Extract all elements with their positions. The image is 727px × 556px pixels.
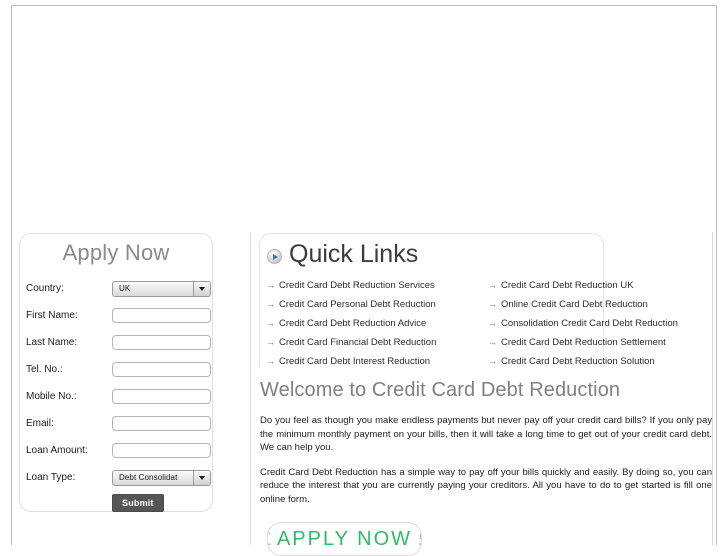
arrow-right-icon: → xyxy=(488,299,497,309)
quick-link-label: Consolidation Credit Card Debt Reduction xyxy=(501,318,678,329)
column-divider xyxy=(250,232,251,545)
label-mobile-no: Mobile No.: xyxy=(26,390,77,402)
quick-link-item[interactable]: → Credit Card Debt Interest Reduction xyxy=(266,352,488,371)
apply-now-form: Country: UK First Name: Last Name: Tel. … xyxy=(26,275,216,515)
quick-link-item[interactable]: → Credit Card Debt Reduction Settlement xyxy=(488,333,716,352)
quick-link-item[interactable]: → Credit Card Debt Reduction UK xyxy=(488,276,716,295)
quick-link-item[interactable]: → Credit Card Debt Reduction Solution xyxy=(488,352,716,371)
quick-links-heading: Quick Links xyxy=(267,240,418,269)
quick-link-label: Credit Card Debt Interest Reduction xyxy=(279,356,431,367)
country-select[interactable]: UK xyxy=(112,280,211,297)
chevron-down-icon[interactable] xyxy=(193,470,210,485)
form-row-tel-no: Tel. No.: xyxy=(26,356,216,383)
apply-now-cta-label: APPLY NOW xyxy=(276,527,413,550)
quick-link-item[interactable]: → Credit Card Financial Debt Reduction xyxy=(266,333,488,352)
loan-type-select[interactable]: Debt Consolidat xyxy=(112,469,211,486)
arrow-right-icon: → xyxy=(266,280,275,290)
quick-link-label: Credit Card Financial Debt Reduction xyxy=(279,337,437,348)
page-frame-right-border xyxy=(716,5,717,545)
welcome-body: Do you feel as though you make endless p… xyxy=(260,414,712,517)
label-tel-no: Tel. No.: xyxy=(26,363,63,375)
label-email: Email: xyxy=(26,417,54,429)
form-row-country: Country: UK xyxy=(26,275,216,302)
loan-amount-input[interactable] xyxy=(112,443,211,458)
quick-link-label: Credit Card Debt Reduction Settlement xyxy=(501,337,666,348)
form-row-email: Email: xyxy=(26,410,216,437)
label-loan-amount: Loan Amount: xyxy=(26,444,88,456)
quick-link-label: Credit Card Debt Reduction Advice xyxy=(279,318,427,329)
label-first-name: First Name: xyxy=(26,309,78,321)
label-loan-type: Loan Type: xyxy=(26,471,76,483)
chevron-down-icon[interactable] xyxy=(193,281,210,296)
arrow-right-icon: → xyxy=(266,356,275,366)
page-frame-left-border xyxy=(11,5,12,545)
arrow-right-icon: → xyxy=(488,337,497,347)
mobile-no-input[interactable] xyxy=(112,389,211,404)
quick-link-label: Online Credit Card Debt Reduction xyxy=(501,299,648,310)
arrow-right-icon: → xyxy=(266,337,275,347)
welcome-paragraph-2: Credit Card Debt Reduction has a simple … xyxy=(260,466,712,505)
quick-link-item[interactable]: → Credit Card Debt Reduction Advice xyxy=(266,314,488,333)
country-select-value: UK xyxy=(119,284,131,293)
quick-link-label: Credit Card Debt Reduction Services xyxy=(279,280,435,291)
pound-symbol-left: £ xyxy=(268,528,271,551)
form-row-mobile-no: Mobile No.: xyxy=(26,383,216,410)
arrow-right-icon: → xyxy=(488,356,497,366)
loan-type-select-value: Debt Consolidat xyxy=(119,473,178,482)
first-name-input[interactable] xyxy=(112,308,211,323)
quick-links-grid: → Credit Card Debt Reduction Services → … xyxy=(266,276,716,371)
quick-link-label: Credit Card Debt Reduction UK xyxy=(501,280,634,291)
tel-no-input[interactable] xyxy=(112,362,211,377)
label-last-name: Last Name: xyxy=(26,336,78,348)
apply-now-cta-button[interactable]: £ APPLY NOW £ xyxy=(267,522,422,556)
arrow-right-icon: → xyxy=(266,318,275,328)
arrow-right-icon: → xyxy=(488,318,497,328)
form-row-last-name: Last Name: xyxy=(26,329,216,356)
arrow-right-icon: → xyxy=(266,299,275,309)
play-circle-icon xyxy=(267,249,282,264)
last-name-input[interactable] xyxy=(112,335,211,350)
quick-link-item[interactable]: → Credit Card Debt Reduction Services xyxy=(266,276,488,295)
pound-symbol-right: £ xyxy=(418,528,421,551)
welcome-paragraph-1: Do you feel as though you make endless p… xyxy=(260,415,712,453)
welcome-title: Welcome to Credit Card Debt Reduction xyxy=(260,379,621,401)
quick-link-item[interactable]: → Online Credit Card Debt Reduction xyxy=(488,295,716,314)
label-country: Country: xyxy=(26,282,64,294)
form-row-loan-amount: Loan Amount: xyxy=(26,437,216,464)
quick-link-label: Credit Card Personal Debt Reduction xyxy=(279,299,436,310)
quick-links-heading-text: Quick Links xyxy=(289,240,419,268)
apply-now-title: Apply Now xyxy=(62,240,170,265)
form-row-first-name: First Name: xyxy=(26,302,216,329)
arrow-right-icon: → xyxy=(488,280,497,290)
email-input[interactable] xyxy=(112,416,211,431)
form-row-loan-type: Loan Type: Debt Consolidat xyxy=(26,464,216,491)
form-row-submit: Submit xyxy=(26,491,216,515)
submit-button[interactable]: Submit xyxy=(112,494,164,512)
quick-link-label: Credit Card Debt Reduction Solution xyxy=(501,356,655,367)
page-root: Apply Now Country: UK First Name: Last N… xyxy=(0,0,727,556)
quick-link-item[interactable]: → Credit Card Personal Debt Reduction xyxy=(266,295,488,314)
quick-link-item[interactable]: → Consolidation Credit Card Debt Reducti… xyxy=(488,314,716,333)
page-frame-top-border xyxy=(11,5,716,6)
